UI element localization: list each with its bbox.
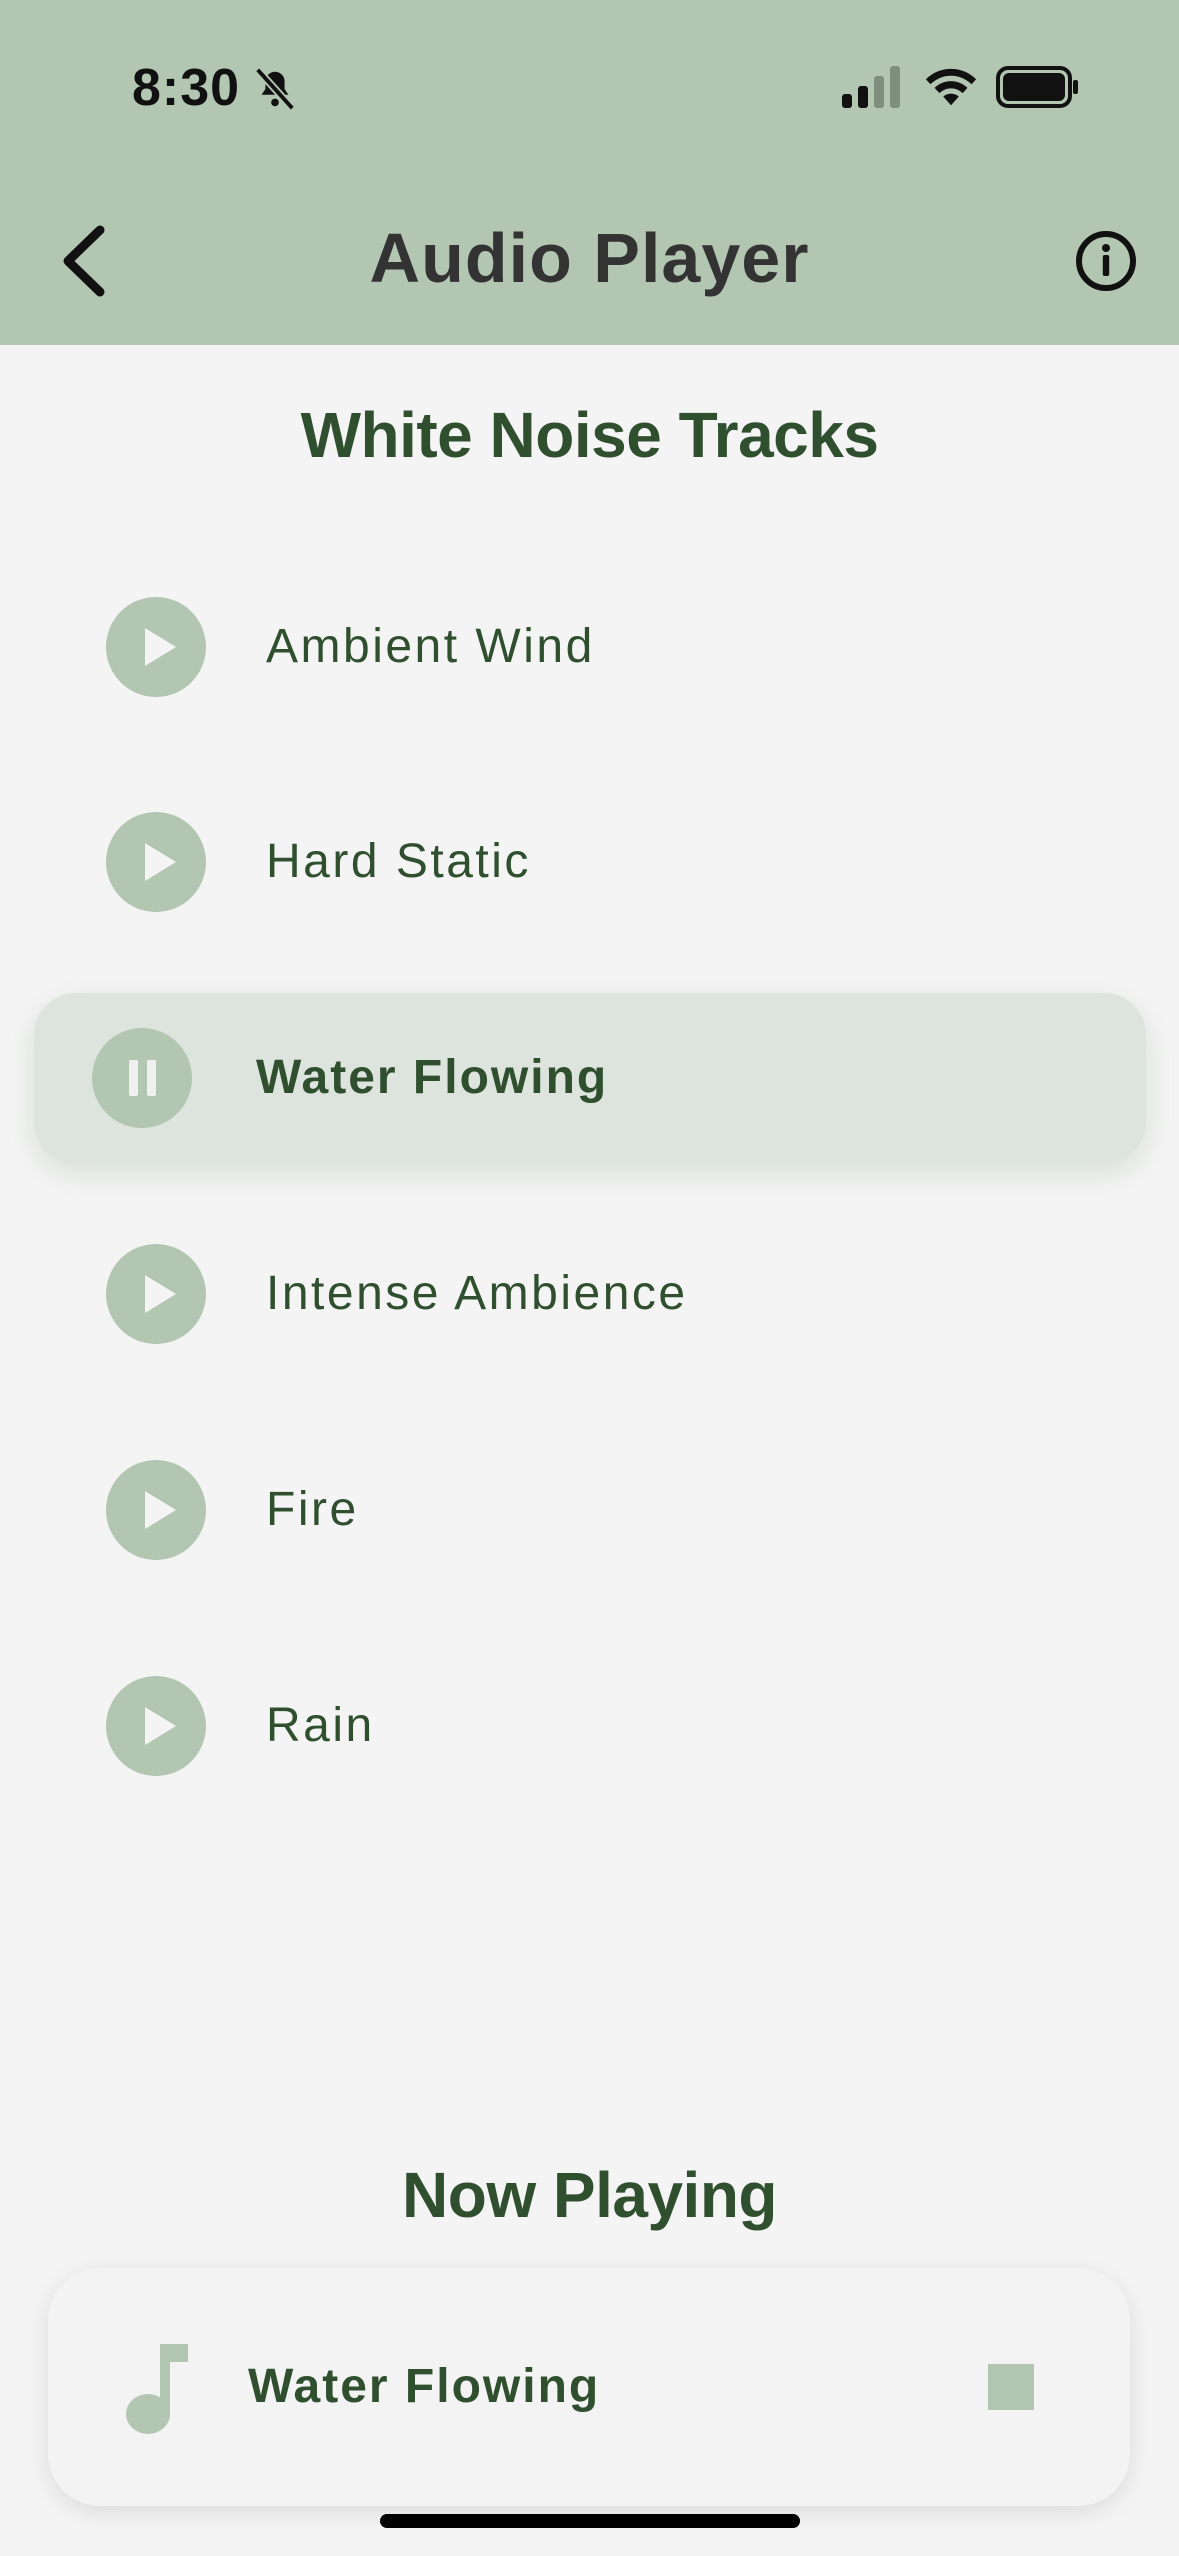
play-button[interactable]: [106, 597, 206, 697]
play-icon: [145, 1491, 176, 1529]
info-circle-icon[interactable]: [1074, 229, 1138, 293]
status-time: 8:30: [132, 59, 241, 117]
wifi-icon: [925, 68, 977, 106]
track-row[interactable]: Intense Ambience: [34, 1209, 1146, 1379]
stop-button[interactable]: [988, 2364, 1034, 2410]
track-row[interactable]: Rain: [34, 1641, 1146, 1811]
play-button[interactable]: [106, 1244, 206, 1344]
track-label: Water Flowing: [256, 1051, 609, 1104]
app-header: 8:30 Audio Player: [0, 0, 1179, 345]
play-button[interactable]: [106, 1460, 206, 1560]
track-row[interactable]: Water Flowing: [34, 993, 1146, 1163]
play-icon: [145, 1707, 176, 1745]
play-button[interactable]: [106, 1676, 206, 1776]
now-playing-title: Now Playing: [402, 2159, 778, 2231]
cellular-signal-icon: [842, 66, 900, 108]
bell-slash-icon: [254, 67, 296, 111]
music-note-icon: [126, 2344, 188, 2434]
track-label: Rain: [266, 1699, 375, 1752]
track-label: Fire: [266, 1483, 359, 1536]
track-row[interactable]: Fire: [34, 1425, 1146, 1595]
play-icon: [145, 1275, 176, 1313]
tracks-section-title: White Noise Tracks: [300, 399, 879, 471]
track-row[interactable]: Ambient Wind: [34, 562, 1146, 732]
track-label: Intense Ambience: [266, 1267, 688, 1320]
page-title: Audio Player: [369, 219, 810, 297]
play-button[interactable]: [106, 812, 206, 912]
pause-icon: [129, 1060, 156, 1096]
track-label: Hard Static: [266, 835, 531, 888]
home-indicator[interactable]: [380, 2514, 800, 2528]
track-label: Ambient Wind: [266, 620, 595, 673]
now-playing-card: Water Flowing: [48, 2268, 1130, 2506]
now-playing-track: Water Flowing: [248, 2360, 601, 2413]
play-icon: [145, 843, 176, 881]
play-icon: [145, 628, 176, 666]
battery-icon: [996, 66, 1078, 108]
pause-button[interactable]: [92, 1028, 192, 1128]
track-row[interactable]: Hard Static: [34, 777, 1146, 947]
